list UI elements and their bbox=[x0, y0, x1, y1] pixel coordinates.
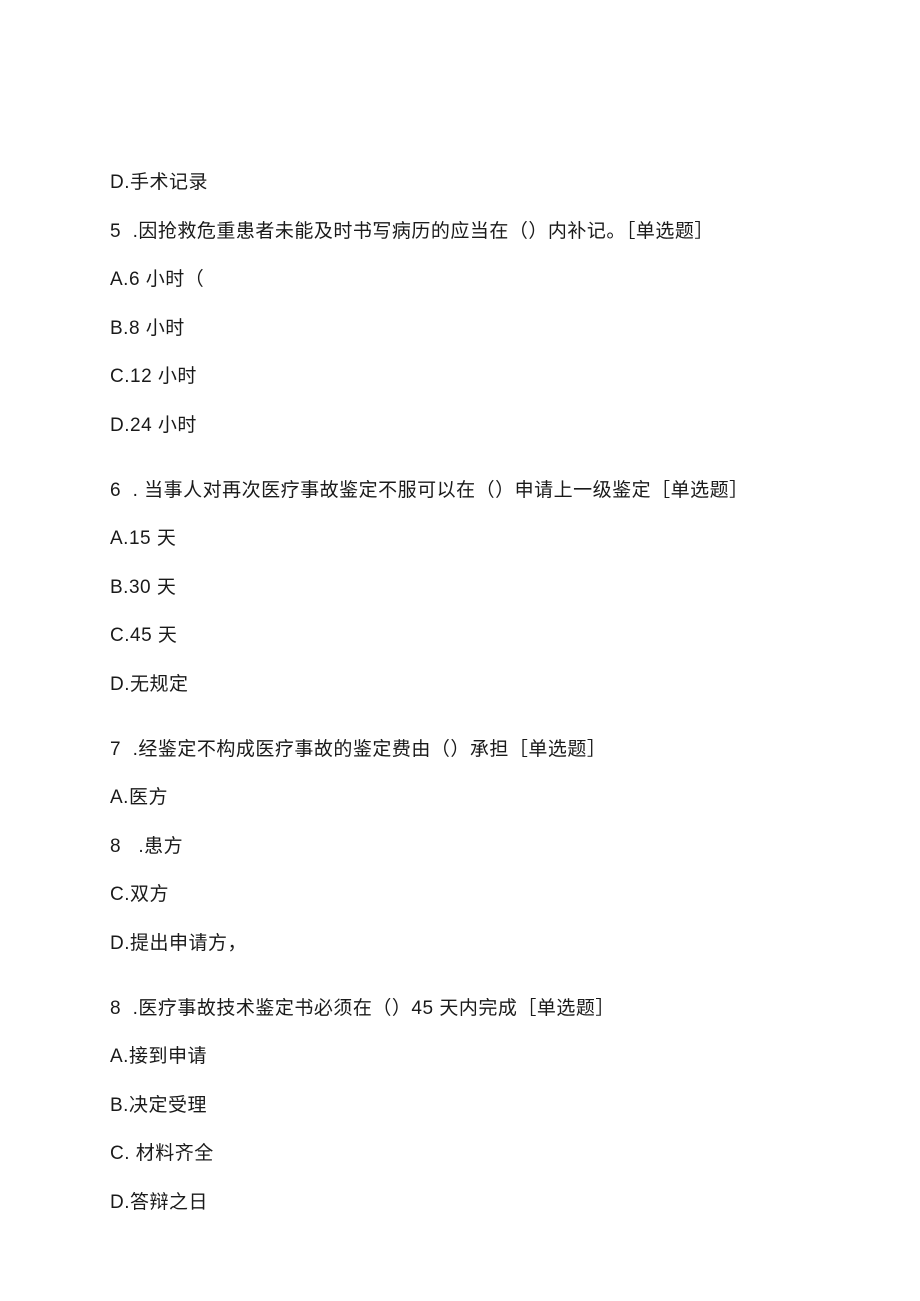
q6-option-c: C.45 天 bbox=[110, 623, 810, 650]
q7-option-c: C.双方 bbox=[110, 882, 810, 909]
q7-option-d: D.提出申请方， bbox=[110, 931, 810, 958]
q6-option-b: B.30 天 bbox=[110, 575, 810, 602]
q6-option-d: D.无规定 bbox=[110, 672, 810, 699]
q8-option-a: A.接到申请 bbox=[110, 1044, 810, 1071]
q5-option-b: B.8 小时 bbox=[110, 316, 810, 343]
q8-stem: 8 .医疗事故技术鉴定书必须在（）45 天内完成［单选题］ bbox=[110, 996, 810, 1023]
q5-option-d: D.24 小时 bbox=[110, 413, 810, 440]
q6-stem: 6 . 当事人对再次医疗事故鉴定不服可以在（）申请上一级鉴定［单选题］ bbox=[110, 478, 810, 505]
q8-option-d: D.答辩之日 bbox=[110, 1190, 810, 1217]
q5-option-c: C.12 小时 bbox=[110, 364, 810, 391]
q8-option-b: B.决定受理 bbox=[110, 1093, 810, 1120]
q6-option-a: A.15 天 bbox=[110, 526, 810, 553]
q5-option-a: A.6 小时（ bbox=[110, 267, 810, 294]
q4-option-d: D.手术记录 bbox=[110, 170, 810, 197]
document-page: D.手术记录 5 .因抢救危重患者未能及时书写病历的应当在（）内补记。［单选题］… bbox=[0, 0, 920, 1301]
q7-option-b: 8 .患方 bbox=[110, 834, 810, 861]
q8-option-c: C. 材料齐全 bbox=[110, 1141, 810, 1168]
q7-option-a: A.医方 bbox=[110, 785, 810, 812]
q5-stem: 5 .因抢救危重患者未能及时书写病历的应当在（）内补记。［单选题］ bbox=[110, 219, 810, 246]
q7-stem: 7 .经鉴定不构成医疗事故的鉴定费由（）承担［单选题］ bbox=[110, 737, 810, 764]
